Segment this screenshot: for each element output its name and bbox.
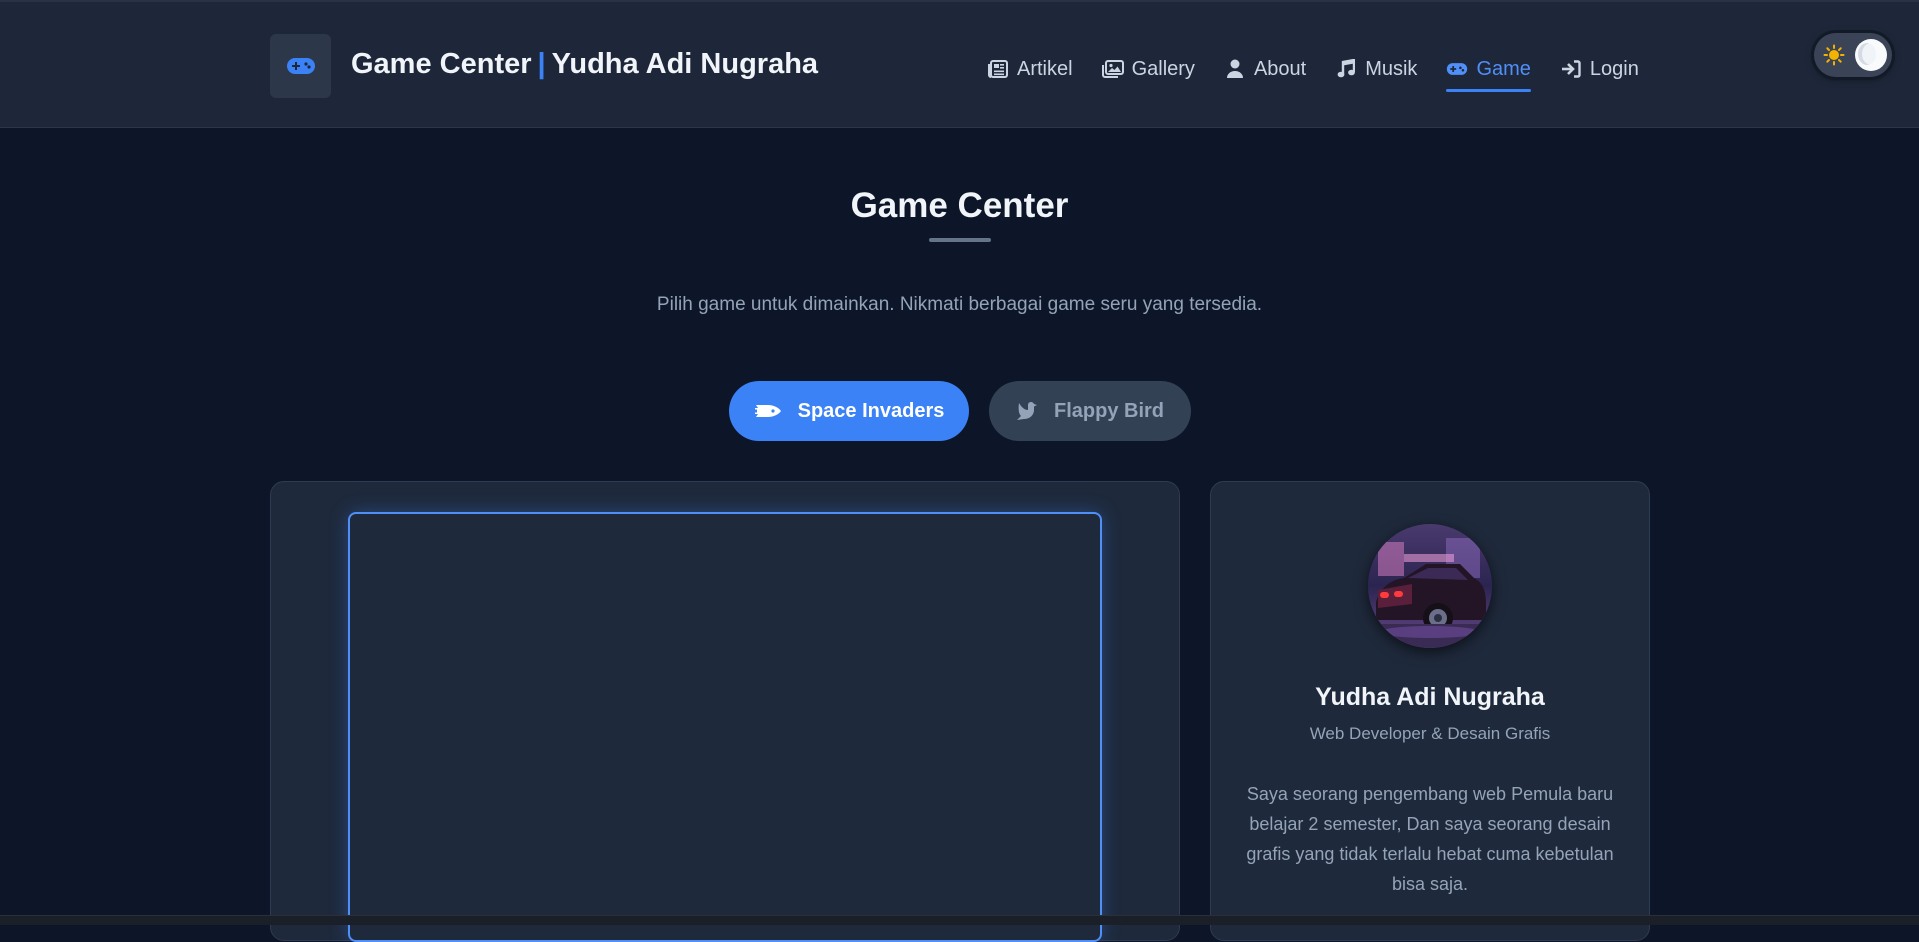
nav-label-gallery: Gallery: [1131, 57, 1195, 80]
nav-label-login: Login: [1589, 57, 1639, 80]
nav-item-artikel[interactable]: Artikel: [987, 54, 1073, 84]
gamepad-icon: [286, 58, 315, 74]
nav-item-game[interactable]: Game: [1446, 54, 1532, 92]
nav-item-login[interactable]: Login: [1560, 54, 1639, 84]
nav-label-game: Game: [1476, 57, 1531, 80]
site-title-name: Yudha Adi Nugraha: [551, 48, 819, 80]
page-title: Game Center: [850, 186, 1069, 225]
nav-item-about[interactable]: About: [1224, 54, 1306, 84]
window-bottom-edge: [0, 915, 1919, 925]
images-icon: [1101, 59, 1124, 79]
nav-label-about: About: [1253, 57, 1307, 80]
avatar: [1368, 524, 1492, 648]
moon-icon: [1855, 39, 1887, 71]
title-separator: |: [537, 48, 546, 80]
nav-item-musik[interactable]: Musik: [1335, 54, 1417, 84]
profile-name: Yudha Adi Nugraha: [1315, 683, 1545, 711]
theme-toggle[interactable]: [1814, 33, 1892, 77]
flappy-bird-button[interactable]: Flappy Bird: [989, 381, 1191, 441]
nav-label-musik: Musik: [1365, 57, 1418, 80]
profile-role: Web Developer & Desain Grafis: [1309, 724, 1551, 743]
sign-in-icon: [1560, 59, 1582, 79]
user-icon: [1224, 59, 1246, 79]
game-canvas[interactable]: [348, 512, 1102, 942]
site-header: Game Center | Yudha Adi Nugraha Artikel Ga…: [0, 0, 1919, 128]
space-invaders-button[interactable]: Space Invaders: [729, 381, 969, 441]
nav-label-artikel: Artikel: [1017, 57, 1073, 80]
logo[interactable]: [270, 34, 331, 98]
sun-icon: [1823, 44, 1845, 66]
gamepad-icon: [1446, 59, 1468, 79]
space-invaders-label: Space Invaders: [797, 399, 945, 422]
newspaper-icon: [987, 59, 1009, 79]
flappy-bird-label: Flappy Bird: [1053, 399, 1164, 422]
title-underline: [929, 238, 991, 242]
nav-item-gallery[interactable]: Gallery: [1101, 54, 1195, 84]
site-title-main: Game Center: [351, 48, 532, 80]
page-subtitle: Pilih game untuk dimainkan. Nikmati berb…: [656, 294, 1263, 315]
main-nav: Artikel Gallery About Musik Game Login: [987, 54, 1639, 92]
dove-icon: [1016, 402, 1037, 420]
music-icon: [1335, 59, 1357, 79]
site-title[interactable]: Game Center | Yudha Adi Nugraha: [351, 48, 818, 81]
profile-bio: Saya seorang pengembang web Pemula baru …: [1246, 784, 1614, 894]
avatar-car-photo: [1368, 524, 1492, 648]
space-shuttle-icon: [753, 405, 781, 417]
